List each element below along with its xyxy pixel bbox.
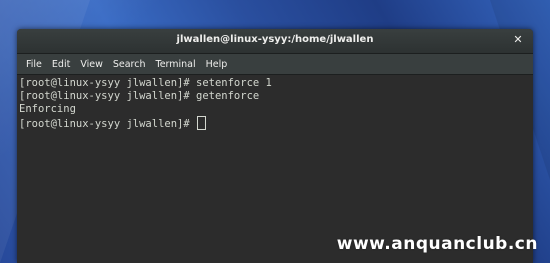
menu-terminal[interactable]: Terminal xyxy=(151,59,201,70)
window-title: jlwallen@linux-ysyy:/home/jlwallen xyxy=(176,34,374,45)
watermark: www.anquanclub.cn xyxy=(336,234,538,254)
menu-file[interactable]: File xyxy=(21,59,47,70)
title-bar[interactable]: jlwallen@linux-ysyy:/home/jlwallen ✕ xyxy=(17,29,533,54)
menu-bar: File Edit View Search Terminal Help xyxy=(17,54,533,75)
terminal-prompt-line: [root@linux-ysyy jlwallen]# xyxy=(19,116,531,130)
close-icon: ✕ xyxy=(513,33,523,46)
close-button[interactable]: ✕ xyxy=(511,33,525,47)
terminal-line: [root@linux-ysyy jlwallen]# setenforce 1 xyxy=(19,77,272,89)
menu-edit[interactable]: Edit xyxy=(47,59,75,70)
terminal-line: [root@linux-ysyy jlwallen]# getenforce xyxy=(19,90,260,102)
menu-view[interactable]: View xyxy=(75,59,108,70)
menu-search[interactable]: Search xyxy=(108,59,151,70)
terminal-prompt: [root@linux-ysyy jlwallen]# xyxy=(19,118,197,130)
terminal-window: jlwallen@linux-ysyy:/home/jlwallen ✕ Fil… xyxy=(17,29,533,263)
menu-help[interactable]: Help xyxy=(201,59,233,70)
terminal-line: Enforcing xyxy=(19,103,76,115)
terminal-cursor xyxy=(197,116,207,130)
